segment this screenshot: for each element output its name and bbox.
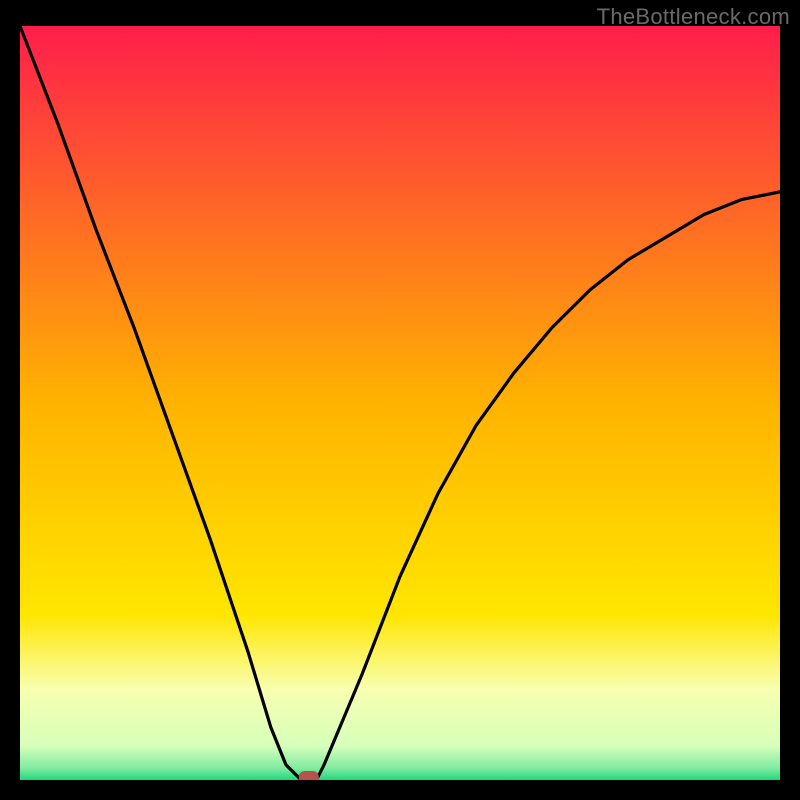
chart-svg bbox=[20, 26, 780, 780]
chart-container: TheBottleneck.com bbox=[0, 0, 800, 800]
optimal-marker bbox=[299, 771, 319, 780]
watermark-text: TheBottleneck.com bbox=[597, 4, 790, 30]
gradient-background bbox=[20, 26, 780, 780]
plot-area bbox=[20, 26, 780, 780]
